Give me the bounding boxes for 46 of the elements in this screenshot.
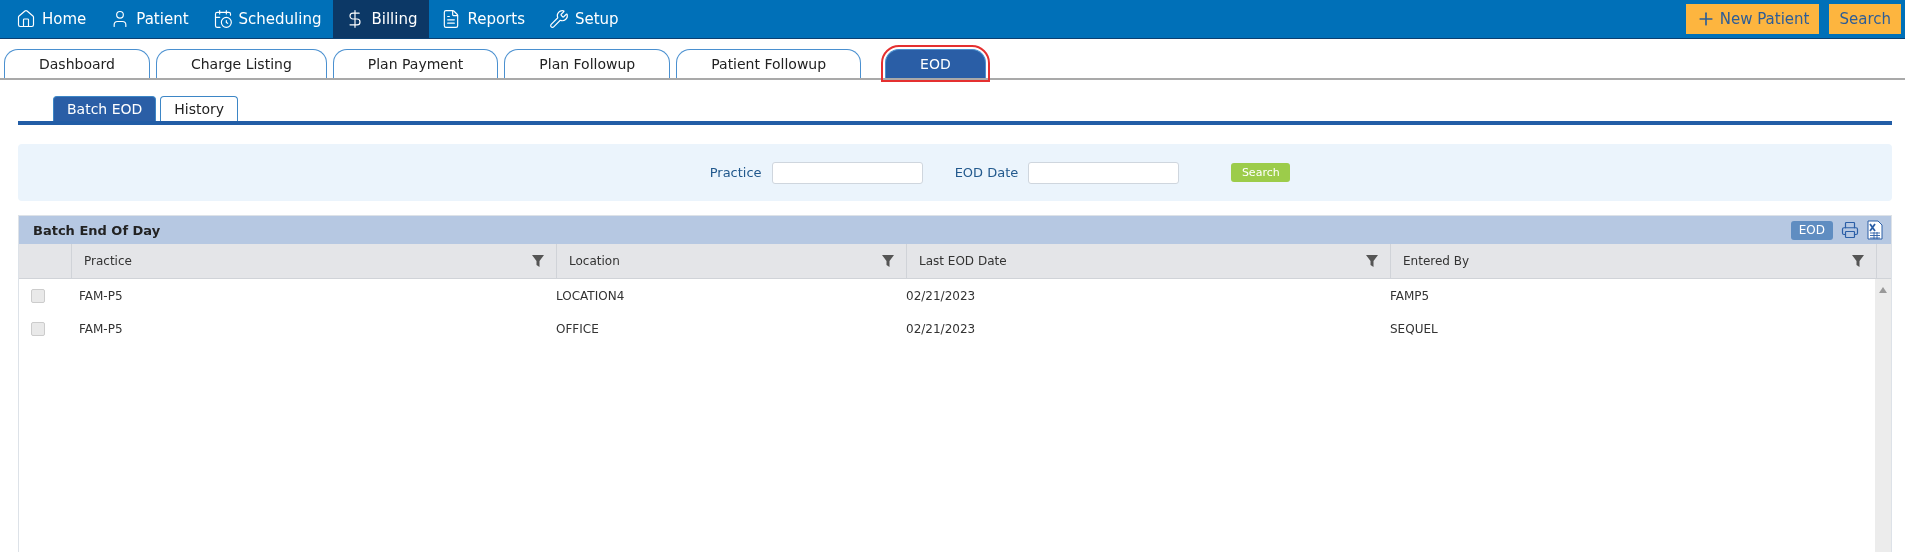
search-button[interactable]: Search — [1829, 4, 1901, 34]
tab[interactable]: Plan Followup — [504, 49, 671, 78]
nav-item[interactable]: Setup — [537, 0, 631, 38]
column-header: Practice — [84, 254, 132, 268]
tab[interactable]: Charge Listing — [155, 49, 327, 78]
filter-icon[interactable] — [1366, 255, 1378, 267]
table-cell: FAMP5 — [1390, 288, 1430, 303]
filter-icon[interactable] — [532, 255, 544, 267]
table-cell: SEQUEL — [1390, 321, 1438, 336]
spreadsheet-icon[interactable] — [1867, 220, 1883, 240]
filter-icon[interactable] — [1852, 255, 1864, 267]
nav-item[interactable]: Home — [4, 0, 99, 38]
grid-title: Batch End Of Day — [33, 222, 162, 238]
table-cell: 02/21/2023 — [906, 321, 976, 336]
scrollbar[interactable] — [1875, 279, 1891, 552]
wrench-icon — [549, 9, 569, 29]
column-header: Location — [569, 254, 620, 268]
eod-button[interactable]: EOD — [1790, 220, 1833, 240]
input-field[interactable] — [1028, 161, 1180, 184]
sub-tab[interactable]: Batch EOD — [53, 96, 157, 121]
field-label: EOD Date — [954, 165, 1019, 180]
nav-item[interactable]: Reports — [429, 0, 537, 38]
table-cell: OFFICE — [556, 321, 599, 336]
tab[interactable]: Plan Payment — [332, 49, 499, 78]
nav-item[interactable]: Billing — [333, 0, 430, 38]
input-field[interactable] — [771, 161, 923, 184]
calendar-clock-icon — [212, 9, 233, 29]
scroll-up-icon[interactable] — [1879, 287, 1887, 293]
tab[interactable]: Dashboard — [4, 49, 150, 78]
field-label: Practice — [709, 165, 762, 180]
filter-icon[interactable] — [882, 255, 894, 267]
row-checkbox[interactable] — [31, 321, 45, 336]
tab[interactable]: Patient Followup — [676, 49, 862, 78]
table-cell: FAM-P5 — [79, 288, 123, 303]
print-icon[interactable] — [1841, 221, 1859, 239]
house-icon — [16, 9, 36, 29]
row-checkbox[interactable] — [31, 288, 45, 303]
column-header: Entered By — [1403, 254, 1470, 268]
table-cell: FAM-P5 — [79, 321, 123, 336]
table-cell: LOCATION4 — [556, 288, 625, 303]
nav-item[interactable]: Patient — [98, 0, 201, 38]
sub-tab[interactable]: History — [160, 96, 239, 121]
table-cell: 02/21/2023 — [906, 288, 976, 303]
nav-item[interactable]: Scheduling — [200, 0, 334, 38]
column-header: Last EOD Date — [919, 254, 1007, 268]
new-patient-button[interactable]: New Patient — [1685, 4, 1820, 34]
